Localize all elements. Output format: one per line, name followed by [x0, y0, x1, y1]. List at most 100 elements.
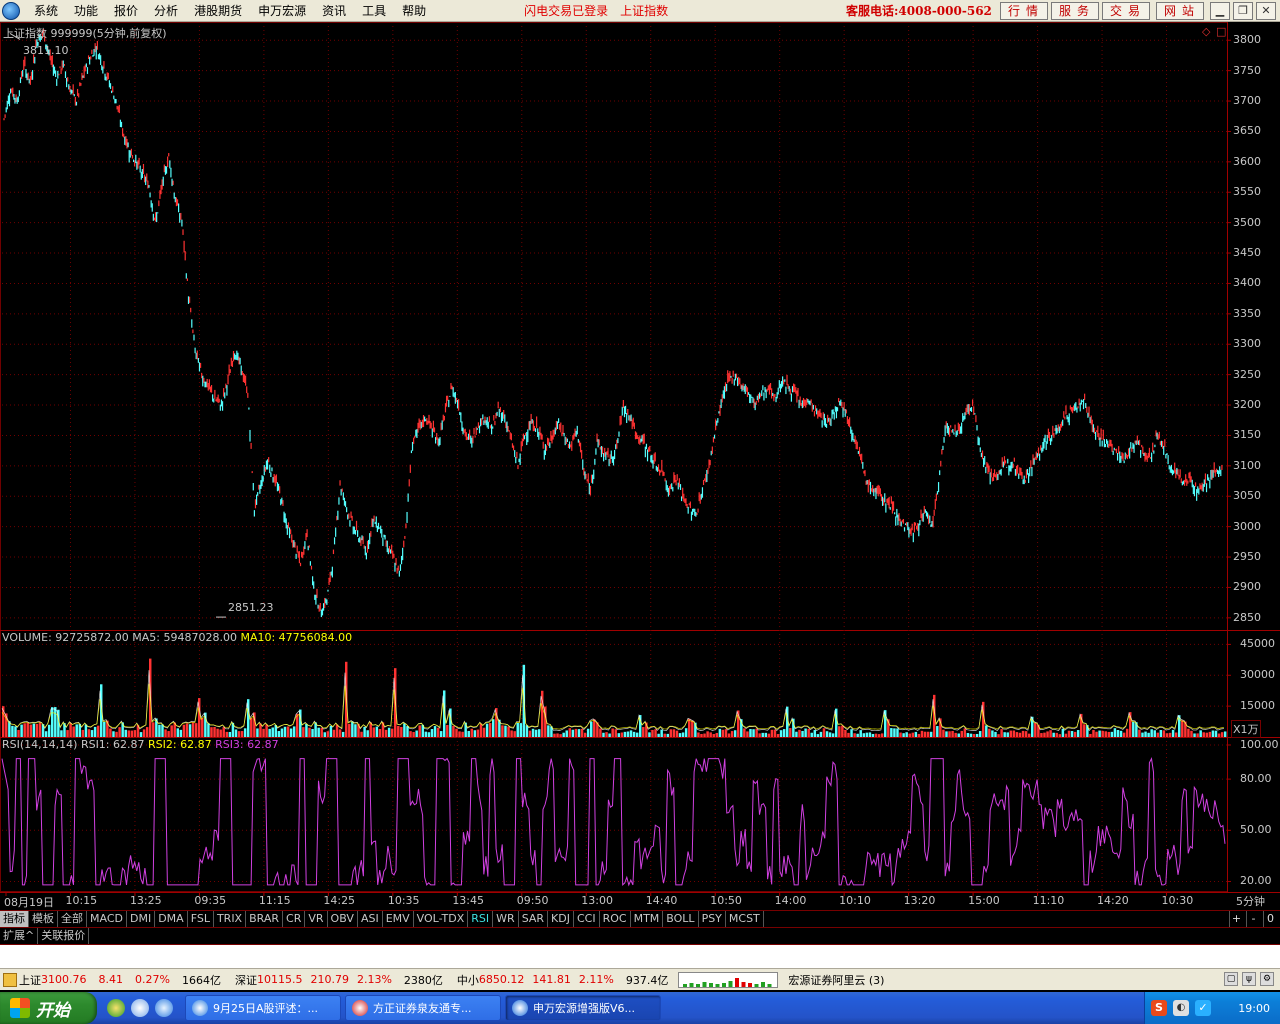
indicator-tab-全部[interactable]: 全部: [58, 911, 87, 927]
indicator-tab-cr[interactable]: CR: [283, 911, 306, 927]
menu-hk-futures[interactable]: 港股期货: [186, 0, 250, 22]
volume-bar: [1162, 730, 1166, 737]
indicator-tab-模板[interactable]: 模板: [29, 911, 58, 927]
shield-icon[interactable]: ✓: [1195, 1000, 1211, 1016]
indicator-tab-asi[interactable]: ASI: [358, 911, 383, 927]
sogou-icon[interactable]: S: [1151, 1000, 1167, 1016]
volume-bar: [635, 732, 639, 737]
window-icon[interactable]: ▢: [1224, 972, 1238, 986]
menu-help[interactable]: 帮助: [394, 0, 434, 22]
start-button[interactable]: 开始: [0, 992, 97, 1024]
volume-bar: [593, 719, 596, 737]
volume-bar: [629, 730, 633, 737]
related-quote-tab[interactable]: 关联报价: [38, 928, 90, 944]
indicator-tab-sar[interactable]: SAR: [519, 911, 549, 927]
volume-bar: [718, 728, 722, 737]
indicator-tab-brar[interactable]: BRAR: [246, 911, 284, 927]
menu-system[interactable]: 系统: [26, 0, 66, 22]
indicator-tab-dma[interactable]: DMA: [155, 911, 188, 927]
task-founder-securities[interactable]: 方正证券泉友通专...: [345, 995, 501, 1021]
indicator-tab-macd[interactable]: MACD: [87, 911, 127, 927]
chart-area[interactable]: 上证指数 999999(5分钟,前复权) ◇ □ 3811.10 2851.23…: [0, 22, 1280, 910]
indicator-tab-指标[interactable]: 指标: [0, 911, 29, 927]
time-tick-label: 13:45: [452, 894, 485, 907]
menu-quote[interactable]: 报价: [106, 0, 146, 22]
close-panel-icon[interactable]: □: [1216, 25, 1226, 38]
indicator-tab-wr[interactable]: WR: [493, 911, 519, 927]
gear-icon[interactable]: ⚙: [1260, 972, 1274, 986]
volume-bar: [874, 733, 878, 737]
menu-news[interactable]: 资讯: [314, 0, 354, 22]
indicator-tab-roc[interactable]: ROC: [600, 911, 631, 927]
volume-bar: [890, 728, 893, 737]
volume-bar: [1098, 730, 1101, 737]
volume-bar: [188, 724, 192, 737]
chart-canvas[interactable]: [0, 22, 1280, 910]
time-tick-label: 13:00: [581, 894, 613, 907]
zoom-out-button[interactable]: -: [1246, 911, 1260, 927]
indicator-tab-cci[interactable]: CCI: [574, 911, 600, 927]
task-label: 申万宏源增强版V6...: [533, 1002, 636, 1015]
menu-swhy[interactable]: 申万宏源: [250, 0, 314, 22]
volume-bar: [816, 734, 820, 737]
rsi-tick-label: 50.00: [1240, 823, 1272, 837]
indicator-tab-dmi[interactable]: DMI: [127, 911, 156, 927]
task-browser[interactable]: 9月25日A股评述：...: [185, 995, 341, 1021]
volume-bar: [90, 730, 94, 737]
indicator-tab-fsl[interactable]: FSL: [188, 911, 214, 927]
index-icon[interactable]: [3, 972, 17, 987]
indicator-tab-vol-tdx[interactable]: VOL-TDX: [414, 911, 469, 927]
minimize-icon[interactable]: ▁: [1210, 2, 1230, 20]
indicator-tab-mcst[interactable]: MCST: [726, 911, 764, 927]
quicklaunch-icon-1[interactable]: [107, 999, 125, 1017]
price-tick-label: 3700: [1233, 94, 1261, 108]
indicator-tab-obv[interactable]: OBV: [328, 911, 358, 927]
indicator-tab-rsi[interactable]: RSI: [468, 911, 494, 927]
indicator-tab-vr[interactable]: VR: [305, 911, 328, 927]
diamond-icon[interactable]: ◇: [1202, 25, 1210, 38]
volume-bar: [250, 718, 253, 737]
restore-icon[interactable]: ❐: [1233, 2, 1253, 20]
indicator-tab-kdj[interactable]: KDJ: [548, 911, 574, 927]
volume-bar: [531, 728, 535, 737]
volume-bar: [11, 725, 14, 737]
indicator-tab-psy[interactable]: PSY: [699, 911, 726, 927]
volume-bar: [626, 731, 630, 737]
market-button[interactable]: 行情: [1000, 2, 1048, 20]
time-tick-label: 10:10: [839, 894, 871, 907]
indicator-tab-boll[interactable]: BOLL: [663, 911, 699, 927]
signal-icon[interactable]: ψ: [1242, 972, 1256, 986]
volume-bar: [427, 732, 431, 737]
service-button[interactable]: 服务: [1051, 2, 1099, 20]
trade-button[interactable]: 交易: [1102, 2, 1150, 20]
zoom-in-button[interactable]: +: [1229, 911, 1243, 927]
ma10-label: MA10: 47756084.00: [240, 631, 353, 644]
volume-bar: [528, 730, 532, 737]
ie-icon[interactable]: [155, 999, 173, 1017]
network-icon[interactable]: ◐: [1173, 1000, 1189, 1016]
indicator-tab-mtm[interactable]: MTM: [631, 911, 664, 927]
menu-analysis[interactable]: 分析: [146, 0, 186, 22]
volume-bar: [179, 729, 183, 737]
volume-bar: [1083, 724, 1086, 737]
period-label[interactable]: 5分钟: [1236, 893, 1265, 909]
volume-bar: [176, 728, 180, 737]
quicklaunch-icon-2[interactable]: [131, 999, 149, 1017]
menu-tools[interactable]: 工具: [354, 0, 394, 22]
close-icon[interactable]: ✕: [1256, 2, 1276, 20]
website-button[interactable]: 网站: [1156, 2, 1204, 20]
volume-bar: [286, 726, 290, 737]
indicator-tab-emv[interactable]: EMV: [383, 911, 414, 927]
volume-bar: [669, 729, 673, 737]
expand-tab[interactable]: 扩展^: [0, 928, 39, 944]
zoom-reset-button[interactable]: 0: [1263, 911, 1277, 927]
volume-bar: [926, 731, 930, 737]
indicator-tab-trix[interactable]: TRIX: [214, 911, 247, 927]
task-swhy[interactable]: 申万宏源增强版V6...: [505, 995, 661, 1021]
volume-bar: [954, 732, 957, 737]
time-tick-label: 10:30: [1161, 894, 1194, 907]
volume-bar: [363, 726, 366, 737]
menu-function[interactable]: 功能: [66, 0, 106, 22]
broker-server[interactable]: 宏源证券阿里云 (3): [788, 972, 884, 988]
volume-bar: [54, 707, 57, 737]
